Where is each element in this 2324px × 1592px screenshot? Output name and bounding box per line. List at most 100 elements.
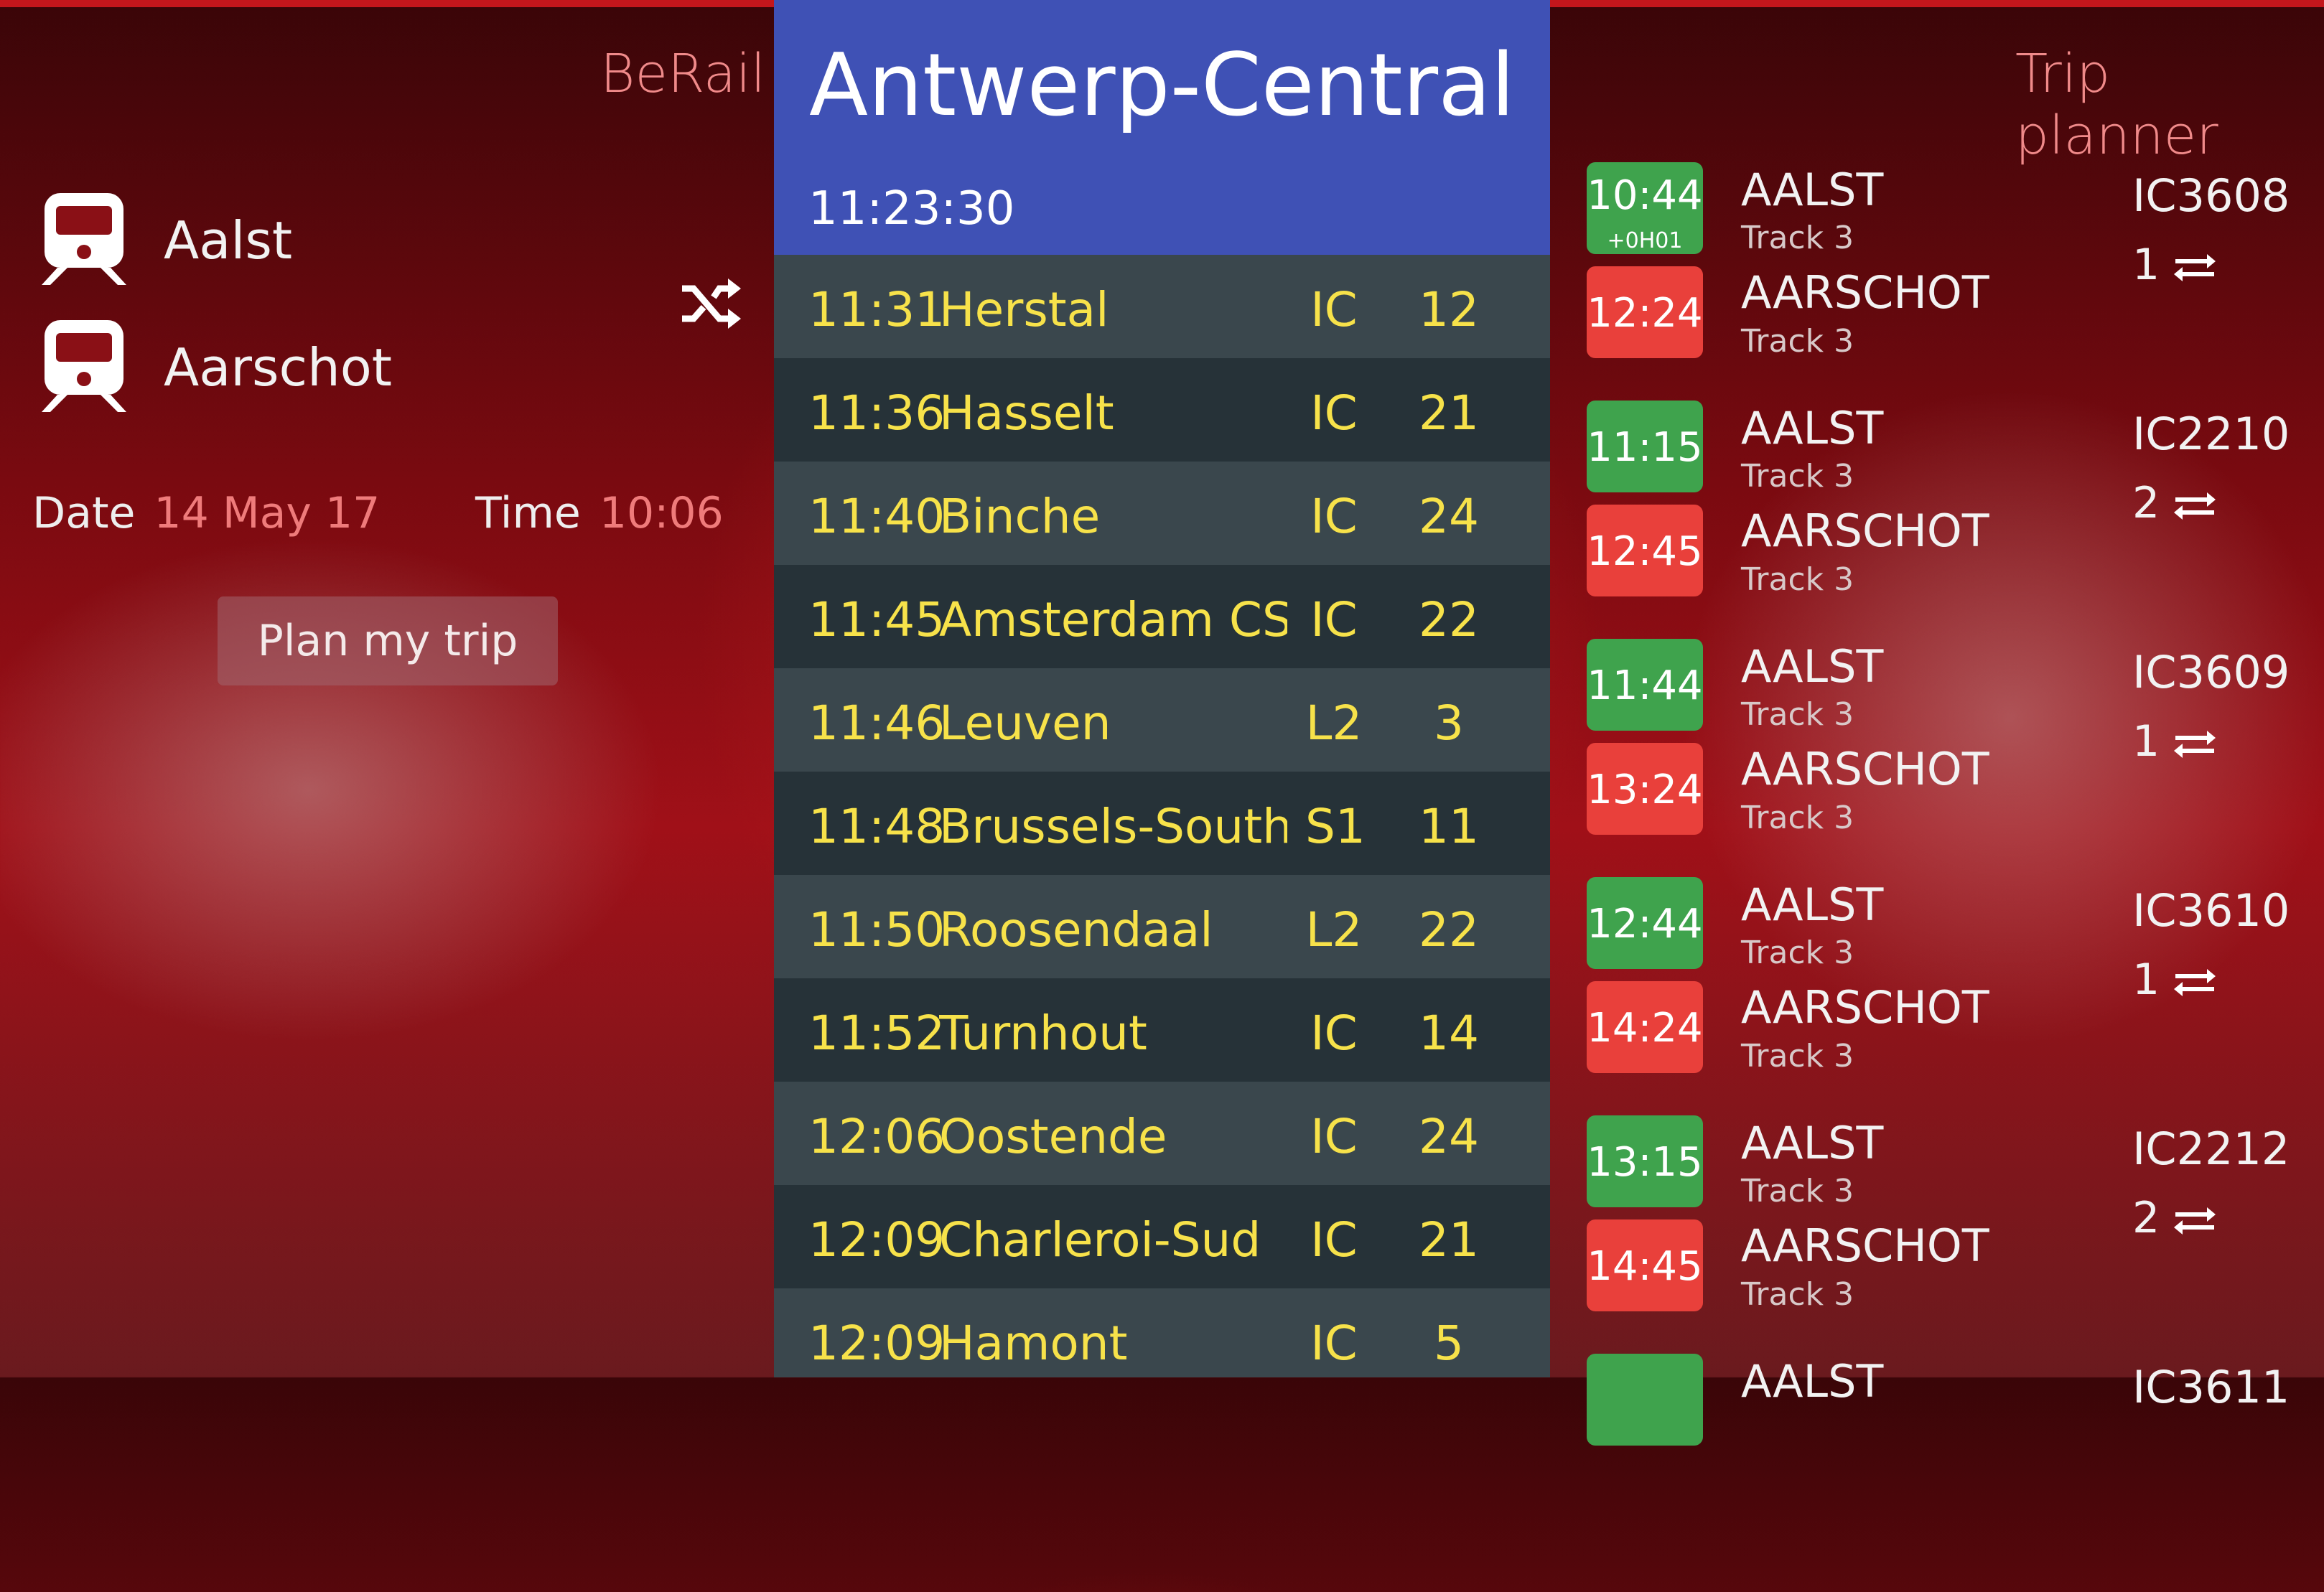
trip-train-number: IC2212 — [2132, 1123, 2290, 1175]
trip-train-number: IC2210 — [2132, 408, 2290, 460]
trip-card[interactable]: AALST IC3611 — [1587, 1354, 2305, 1592]
trip-destination-track: Track 3 — [1741, 1276, 1854, 1313]
trip-departure-time: 11:15 — [1587, 424, 1703, 471]
station-title: Antwerp-Central — [809, 36, 1515, 136]
transfer-icon — [2160, 240, 2217, 290]
trip-transfers: 1 — [2132, 240, 2217, 290]
trip-transfers: 1 — [2132, 716, 2217, 767]
departure-platform: 12 — [1419, 282, 1479, 337]
plan-trip-button[interactable]: Plan my trip — [218, 596, 558, 685]
train-icon — [42, 320, 126, 412]
trip-arrival-time: 12:24 — [1587, 290, 1703, 337]
departure-time-badge: 11:44 — [1587, 639, 1703, 731]
departures-board: Antwerp-Central 11:23:30 11:31 Herstal IC 1… — [774, 0, 1550, 1377]
trip-card[interactable]: 11:15 12:45 AALST Track 3 AARSCHOT Track 3 IC2… — [1587, 401, 2305, 639]
trip-train-number: IC3609 — [2132, 646, 2290, 698]
trip-arrival-time: 14:24 — [1587, 1005, 1703, 1052]
trip-departure-time: 12:44 — [1587, 901, 1703, 947]
trip-transfers: 1 — [2132, 955, 2217, 1005]
trip-train-number: IC3610 — [2132, 884, 2290, 937]
trip-train-number: IC3611 — [2132, 1361, 2290, 1413]
trip-origin-track: Track 3 — [1741, 458, 1854, 495]
trip-destination: AARSCHOT — [1741, 266, 1989, 319]
from-station-field[interactable]: Aalst — [42, 190, 688, 291]
arrival-time-badge: 13:24 — [1587, 743, 1703, 835]
departure-destination: Brussels-South/Brussels-Midi — [939, 799, 1287, 854]
time-value: 10:06 — [599, 488, 724, 538]
trip-destination: AARSCHOT — [1741, 743, 1989, 795]
departure-train-type: L2 — [1305, 902, 1363, 957]
trip-origin: AALST — [1741, 640, 1884, 693]
trip-destination-track: Track 3 — [1741, 1038, 1854, 1074]
departure-row[interactable]: 11:40 Binche IC 24 — [774, 462, 1550, 565]
departure-destination: Charleroi-Sud — [939, 1212, 1261, 1268]
date-label: Date — [32, 488, 136, 538]
trip-transfer-count: 1 — [2132, 240, 2160, 290]
departure-time: 11:46 — [808, 696, 946, 751]
departure-train-type: IC — [1310, 592, 1358, 647]
trip-transfer-count: 1 — [2132, 716, 2160, 767]
departure-row[interactable]: 11:50 Roosendaal L2 22 — [774, 875, 1550, 978]
departure-destination: Hamont — [939, 1316, 1128, 1371]
departure-row[interactable]: 11:52 Turnhout IC 14 — [774, 978, 1550, 1082]
swap-icon[interactable] — [678, 271, 742, 336]
departure-destination: Herstal — [939, 282, 1109, 337]
departure-time: 12:09 — [808, 1212, 946, 1268]
planner-title: Trip planner — [2015, 43, 2218, 167]
departure-row[interactable]: 11:46 Leuven L2 3 — [774, 668, 1550, 772]
departure-train-type: IC — [1310, 489, 1358, 544]
transfer-icon — [2160, 1193, 2217, 1243]
departure-time: 11:52 — [808, 1006, 946, 1061]
from-station-name: Aalst — [164, 210, 293, 271]
time-label: Time — [475, 488, 581, 538]
trip-arrival-time: 13:24 — [1587, 767, 1703, 813]
trip-destination: AARSCHOT — [1741, 505, 1989, 557]
departure-time: 11:50 — [808, 902, 946, 957]
time-field[interactable]: Time 10:06 — [475, 488, 724, 538]
board-header: Antwerp-Central 11:23:30 — [774, 0, 1550, 255]
departure-row[interactable]: 12:09 Hamont IC 5 — [774, 1288, 1550, 1377]
trip-transfer-count: 1 — [2132, 955, 2160, 1005]
departure-destination: Roosendaal — [939, 902, 1213, 957]
trip-arrival-time: 14:45 — [1587, 1243, 1703, 1290]
trip-origin: AALST — [1741, 1355, 1884, 1408]
departure-row[interactable]: 11:48Brussels-South/Brussels-Midi S1 11 — [774, 772, 1550, 875]
trip-train-number: IC3608 — [2132, 169, 2290, 222]
to-station-field[interactable]: Aarschot — [42, 317, 688, 418]
departure-platform: 24 — [1419, 1109, 1479, 1164]
app-title: BeRail — [600, 43, 766, 105]
departure-destination: Turnhout — [939, 1006, 1147, 1061]
trip-origin: AALST — [1741, 402, 1884, 454]
departure-row[interactable]: 11:45 Amsterdam CS IC 22 — [774, 565, 1550, 668]
departure-train-type: S1 — [1305, 799, 1366, 854]
departure-platform: 11 — [1419, 799, 1479, 854]
trip-card[interactable]: 11:44 13:24 AALST Track 3 AARSCHOT Track 3 IC3… — [1587, 639, 2305, 877]
departure-destination: Hasselt — [939, 385, 1114, 441]
transfer-icon — [2160, 716, 2217, 767]
departure-train-type: IC — [1310, 1109, 1358, 1164]
trip-departure-time: 13:15 — [1587, 1139, 1703, 1186]
departure-platform: 22 — [1419, 592, 1479, 647]
departure-time: 11:31 — [808, 282, 946, 337]
departure-row[interactable]: 12:06 Oostende IC 24 — [774, 1082, 1550, 1185]
trip-destination-track: Track 3 — [1741, 800, 1854, 836]
trip-card[interactable]: 12:44 14:24 AALST Track 3 AARSCHOT Track 3 IC3… — [1587, 877, 2305, 1115]
trip-card[interactable]: 10:44 +0H01 12:24 AALST Track 3 AARSCHOT Track… — [1587, 162, 2305, 401]
trip-origin: AALST — [1741, 879, 1884, 931]
departure-platform: 5 — [1434, 1316, 1464, 1371]
departure-row[interactable]: 12:09 Charleroi-Sud IC 21 — [774, 1185, 1550, 1288]
date-field[interactable]: Date 14 May 17 — [32, 488, 380, 538]
departure-platform: 22 — [1419, 902, 1479, 957]
departure-time: 12:09 — [808, 1316, 946, 1371]
trip-arrival-time: 12:45 — [1587, 528, 1703, 575]
departure-time-badge: 10:44 +0H01 — [1587, 162, 1703, 254]
departure-platform: 21 — [1419, 1212, 1479, 1268]
trip-transfer-count: 2 — [2132, 478, 2160, 528]
departure-platform: 24 — [1419, 489, 1479, 544]
trip-origin-track: Track 3 — [1741, 1173, 1854, 1209]
departure-row[interactable]: 11:36 Hasselt IC 21 — [774, 358, 1550, 462]
departure-time: 11:45 — [808, 592, 946, 647]
date-value: 14 May 17 — [154, 488, 381, 538]
trip-card[interactable]: 13:15 14:45 AALST Track 3 AARSCHOT Track 3 IC2… — [1587, 1115, 2305, 1354]
departure-row[interactable]: 11:31 Herstal IC 12 — [774, 255, 1550, 358]
